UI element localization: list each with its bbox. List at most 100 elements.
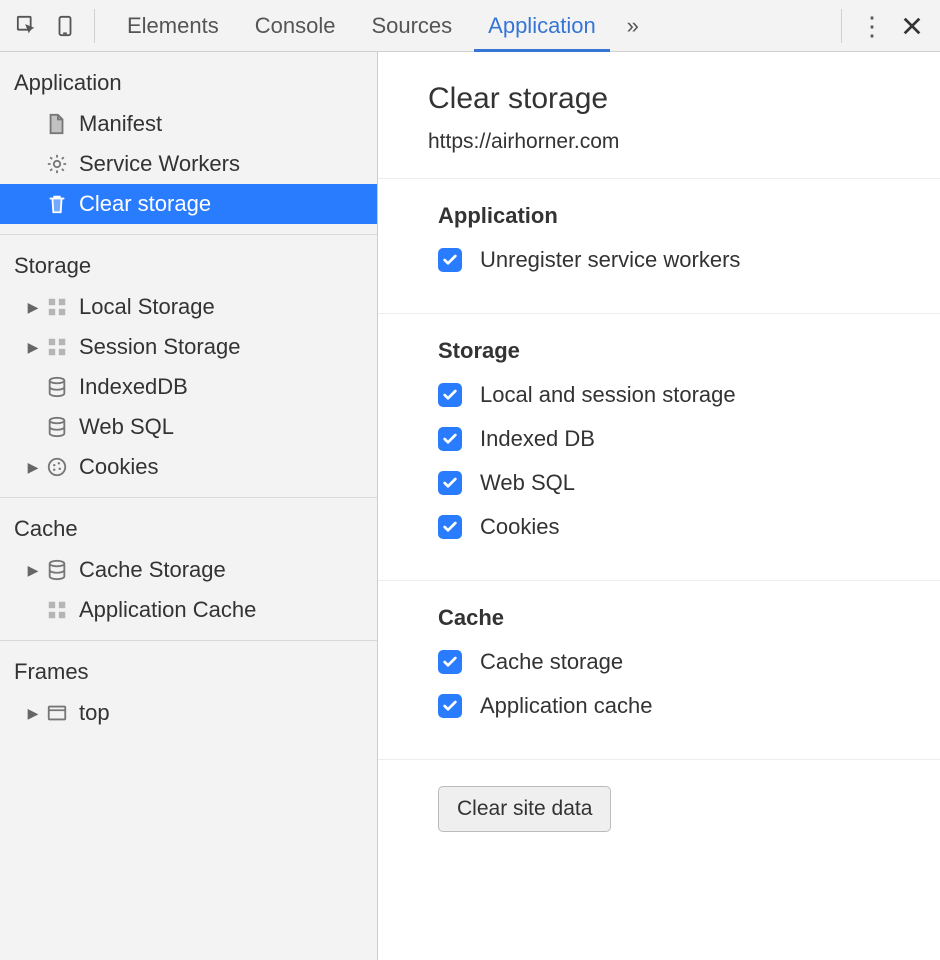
sidebar-group: Frames ▶ top — [0, 641, 377, 743]
checkmark-icon — [442, 252, 458, 268]
option-checkbox-row[interactable]: Local and session storage — [438, 382, 940, 408]
sidebar-item[interactable]: Application Cache — [0, 590, 377, 630]
actions-row: Clear site data — [378, 760, 940, 832]
file-icon — [43, 113, 71, 135]
option-label: Cache storage — [480, 649, 623, 675]
application-sidebar: ApplicationManifest Service Workers Clear … — [0, 52, 378, 960]
grid-icon — [43, 599, 71, 621]
sidebar-item-label: Clear storage — [79, 191, 211, 217]
section-heading: Application — [438, 203, 940, 229]
option-label: Indexed DB — [480, 426, 595, 452]
option-label: Local and session storage — [480, 382, 736, 408]
option-checkbox-row[interactable]: Cookies — [438, 514, 940, 540]
option-label: Web SQL — [480, 470, 575, 496]
sidebar-item-label: Cookies — [79, 454, 158, 480]
option-checkbox-row[interactable]: Indexed DB — [438, 426, 940, 452]
sidebar-item[interactable]: ▶ Session Storage — [0, 327, 377, 367]
checkmark-icon — [442, 475, 458, 491]
checkbox[interactable] — [438, 515, 462, 539]
sidebar-item-label: Web SQL — [79, 414, 174, 440]
tab-elements[interactable]: Elements — [109, 0, 237, 51]
sidebar-item[interactable]: ▶ Cache Storage — [0, 550, 377, 590]
sidebar-item-label: Service Workers — [79, 151, 240, 177]
more-tabs-button[interactable]: » — [614, 13, 652, 39]
option-checkbox-row[interactable]: Web SQL — [438, 470, 940, 496]
tab-console[interactable]: Console — [237, 0, 354, 51]
clear-storage-pane: Clear storage https://airhorner.com Appl… — [378, 52, 940, 960]
disclosure-triangle-icon: ▶ — [25, 339, 41, 356]
sidebar-item[interactable]: IndexedDB — [0, 367, 377, 407]
section-heading: Storage — [438, 338, 940, 364]
checkbox[interactable] — [438, 427, 462, 451]
pane-header: Clear storage https://airhorner.com — [378, 52, 940, 179]
option-label: Application cache — [480, 693, 652, 719]
checkmark-icon — [442, 431, 458, 447]
tab-application[interactable]: Application — [470, 0, 614, 51]
toggle-device-button[interactable] — [46, 7, 84, 45]
sidebar-heading: Frames — [0, 641, 377, 693]
devtools-tabs: Elements Console Sources Application — [109, 0, 614, 51]
sidebar-item[interactable]: Manifest — [0, 104, 377, 144]
checkbox[interactable] — [438, 650, 462, 674]
sidebar-item-label: Application Cache — [79, 597, 256, 623]
option-checkbox-row[interactable]: Unregister service workers — [438, 247, 940, 273]
checkbox[interactable] — [438, 694, 462, 718]
sidebar-group: Storage ▶ Local Storage ▶ Session Storage Ind… — [0, 235, 377, 498]
tab-label: Sources — [371, 13, 452, 39]
sidebar-heading: Storage — [0, 235, 377, 287]
toolbar-separator — [94, 9, 95, 43]
trash-icon — [43, 193, 71, 215]
sidebar-item-label: Local Storage — [79, 294, 215, 320]
sidebar-item-label: Cache Storage — [79, 557, 226, 583]
sidebar-item[interactable]: Service Workers — [0, 144, 377, 184]
origin-url: https://airhorner.com — [428, 130, 940, 154]
tab-label: Console — [255, 13, 336, 39]
option-label: Cookies — [480, 514, 559, 540]
tab-label: Elements — [127, 13, 219, 39]
checkmark-icon — [442, 387, 458, 403]
checkbox[interactable] — [438, 471, 462, 495]
db-icon — [43, 559, 71, 581]
checkmark-icon — [442, 519, 458, 535]
sidebar-item[interactable]: ▶ Local Storage — [0, 287, 377, 327]
options-section: Storage Local and session storage Indexed … — [378, 314, 940, 581]
checkbox[interactable] — [438, 248, 462, 272]
settings-menu-button[interactable]: ⋮ — [852, 13, 892, 39]
grid-icon — [43, 296, 71, 318]
close-devtools-button[interactable] — [892, 15, 932, 37]
kebab-icon: ⋮ — [859, 13, 885, 39]
option-label: Unregister service workers — [480, 247, 740, 273]
frame-icon — [43, 702, 71, 724]
db-icon — [43, 376, 71, 398]
option-checkbox-row[interactable]: Application cache — [438, 693, 940, 719]
sidebar-item[interactable]: Web SQL — [0, 407, 377, 447]
db-icon — [43, 416, 71, 438]
checkmark-icon — [442, 654, 458, 670]
clear-site-data-button[interactable]: Clear site data — [438, 786, 611, 832]
tab-sources[interactable]: Sources — [353, 0, 470, 51]
devtools-toolbar: Elements Console Sources Application » ⋮ — [0, 0, 940, 52]
sidebar-item-label: Session Storage — [79, 334, 240, 360]
sidebar-group: Cache ▶ Cache Storage Application Cache — [0, 498, 377, 641]
sidebar-heading: Application — [0, 52, 377, 104]
disclosure-triangle-icon: ▶ — [25, 299, 41, 316]
options-section: Application Unregister service workers — [378, 179, 940, 314]
gear-icon — [43, 153, 71, 175]
toolbar-separator — [841, 9, 842, 43]
checkbox[interactable] — [438, 383, 462, 407]
disclosure-triangle-icon: ▶ — [25, 562, 41, 579]
select-element-button[interactable] — [8, 7, 46, 45]
sidebar-heading: Cache — [0, 498, 377, 550]
close-icon — [901, 15, 923, 37]
sidebar-item[interactable]: ▶Cookies — [0, 447, 377, 487]
chevron-icon: » — [627, 13, 639, 39]
sidebar-group: ApplicationManifest Service Workers Clear … — [0, 52, 377, 235]
sidebar-item[interactable]: Clear storage — [0, 184, 377, 224]
sidebar-item[interactable]: ▶ top — [0, 693, 377, 733]
cookie-icon — [43, 456, 71, 478]
option-checkbox-row[interactable]: Cache storage — [438, 649, 940, 675]
disclosure-triangle-icon: ▶ — [25, 705, 41, 722]
checkmark-icon — [442, 698, 458, 714]
sidebar-item-label: top — [79, 700, 110, 726]
tab-label: Application — [488, 13, 596, 39]
